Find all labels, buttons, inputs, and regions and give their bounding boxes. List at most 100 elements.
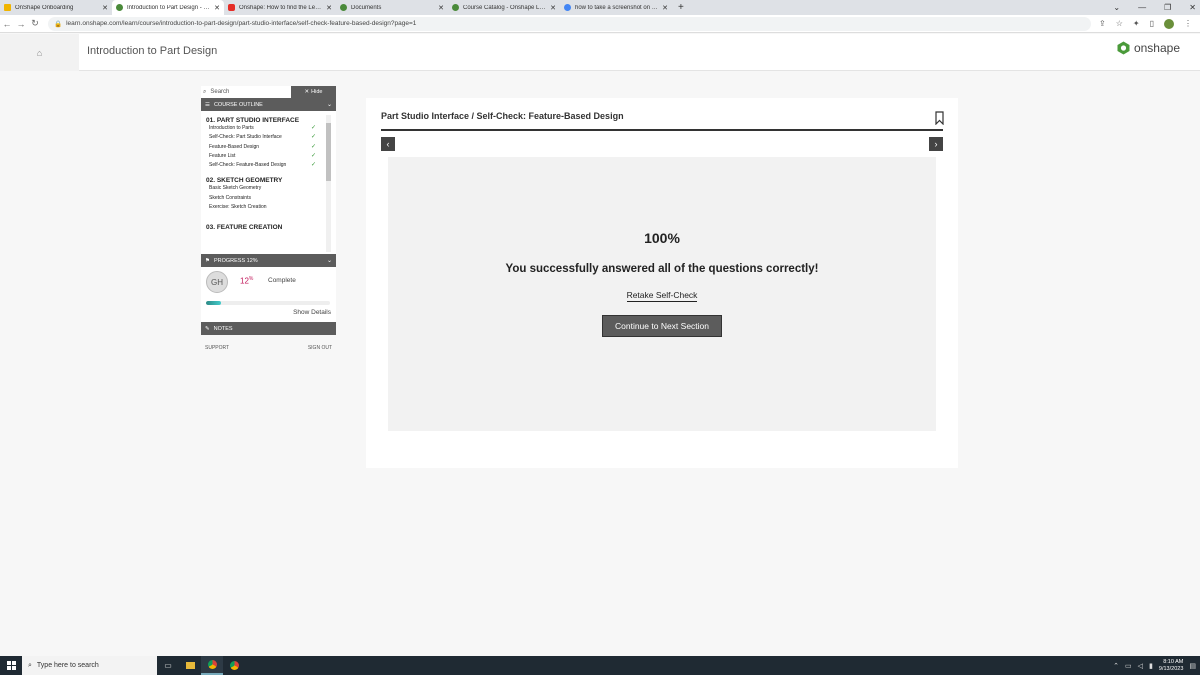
- outline-scrollbar[interactable]: [326, 115, 331, 252]
- lesson-item[interactable]: Introduction to Parts ✓: [206, 124, 316, 133]
- close-tab-icon[interactable]: ✕: [550, 4, 556, 12]
- progress-percent: 12%: [240, 276, 254, 286]
- tab-title: Introduction to Part Design - Sel...: [127, 4, 211, 11]
- close-window-icon[interactable]: ✕: [1189, 3, 1196, 12]
- sidepanel-icon[interactable]: ▯: [1150, 19, 1154, 28]
- progress-panel: GH 12% Complete Show Details: [201, 267, 336, 322]
- breadcrumb: Part Studio Interface / Self-Check: Feat…: [381, 111, 624, 121]
- tab-search-icon[interactable]: ⌄: [1113, 3, 1120, 12]
- lesson-item[interactable]: Self-Check: Part Studio Interface ✓: [206, 133, 316, 142]
- notifications-icon[interactable]: ▤: [1189, 662, 1196, 670]
- scrollbar-thumb[interactable]: [326, 123, 331, 181]
- share-icon[interactable]: ⇪: [1099, 19, 1106, 28]
- home-button[interactable]: ⌂: [0, 34, 79, 71]
- browser-tab[interactable]: OnShape Onboarding ✕: [0, 0, 112, 15]
- google-favicon-icon: [564, 4, 571, 11]
- close-tab-icon[interactable]: ✕: [214, 4, 220, 12]
- close-tab-icon[interactable]: ✕: [102, 4, 108, 12]
- network-icon[interactable]: ▭: [1125, 662, 1132, 670]
- profile-avatar-icon[interactable]: [1164, 18, 1174, 29]
- windows-taskbar: ⌕ Type here to search ▭ ⌃ ▭ ◁ ▮ 8:10 AM …: [0, 656, 1200, 675]
- hide-label: Hide: [311, 89, 323, 95]
- battery-icon[interactable]: ▮: [1149, 662, 1153, 670]
- bookmark-icon[interactable]: [935, 111, 944, 125]
- volume-icon[interactable]: ◁: [1138, 662, 1143, 670]
- hide-button[interactable]: ✕ Hide: [291, 86, 336, 98]
- windows-start-button[interactable]: [0, 656, 22, 675]
- taskbar-search-input[interactable]: ⌕ Type here to search: [22, 656, 157, 675]
- lesson-card: Part Studio Interface / Self-Check: Feat…: [366, 98, 958, 468]
- chevron-left-icon: ‹: [386, 139, 390, 149]
- close-tab-icon[interactable]: ✕: [438, 4, 444, 12]
- score-value: 100%: [644, 230, 680, 246]
- tray-chevron-up-icon[interactable]: ⌃: [1113, 662, 1119, 670]
- search-icon: ⌕: [28, 661, 32, 669]
- progress-bar: [206, 301, 330, 305]
- flag-icon: ⚑: [205, 257, 210, 264]
- next-page-button[interactable]: ›: [929, 137, 943, 151]
- browser-tab[interactable]: Onshape: How to find the Learni... ✕: [224, 0, 336, 15]
- extensions-icon[interactable]: ✦: [1133, 19, 1140, 28]
- continue-button[interactable]: Continue to Next Section: [602, 315, 722, 337]
- lesson-item[interactable]: Sketch Constraints: [206, 194, 316, 203]
- minimize-icon[interactable]: —: [1138, 3, 1146, 12]
- browser-tab[interactable]: Course Catalog - Onshape Learn... ✕: [448, 0, 560, 15]
- section-title[interactable]: 02. SKETCH GEOMETRY: [206, 177, 336, 184]
- lesson-item[interactable]: Basic Sketch Geometry: [206, 184, 316, 193]
- onshape-logo[interactable]: onshape: [1117, 41, 1180, 55]
- sidebar-footer: SUPPORT SIGN OUT: [201, 335, 336, 351]
- youtube-favicon-icon: [228, 4, 235, 11]
- restore-icon[interactable]: ❐: [1164, 3, 1171, 12]
- course-outline-header[interactable]: ☰ COURSE OUTLINE ⌄: [201, 98, 336, 111]
- tab-favicon-icon: [452, 4, 459, 11]
- tab-title: OnShape Onboarding: [15, 4, 74, 11]
- check-icon: ✓: [310, 134, 316, 141]
- lesson-item[interactable]: Feature-Based Design ✓: [206, 143, 316, 152]
- chrome-taskbar-icon-2[interactable]: [223, 656, 245, 675]
- course-sidebar: ⌕ Search ✕ Hide ☰ COURSE OUTLINE ⌄ 01. P…: [201, 86, 336, 351]
- section-title[interactable]: 03. FEATURE CREATION: [206, 224, 336, 231]
- check-icon: ✓: [310, 162, 316, 169]
- chevron-down-icon: ⌄: [326, 102, 332, 108]
- reload-icon[interactable]: ↻: [28, 18, 42, 29]
- list-icon: ☰: [205, 101, 210, 108]
- close-tab-icon[interactable]: ✕: [662, 4, 668, 12]
- show-details-link[interactable]: Show Details: [293, 309, 331, 316]
- chrome-taskbar-icon[interactable]: [201, 656, 223, 675]
- tab-favicon-icon: [116, 4, 123, 11]
- lesson-item[interactable]: Self-Check: Feature-Based Design ✓: [206, 161, 316, 170]
- url-field[interactable]: 🔒 learn.onshape.com/learn/course/introdu…: [48, 16, 1092, 31]
- search-placeholder: Search: [210, 89, 230, 95]
- search-input[interactable]: ⌕ Search: [201, 86, 291, 98]
- close-tab-icon[interactable]: ✕: [326, 4, 332, 12]
- browser-tab-active[interactable]: Introduction to Part Design - Sel... ✕: [112, 0, 224, 15]
- sign-out-link[interactable]: SIGN OUT: [308, 345, 332, 351]
- address-bar-row: ← → ↻ 🔒 learn.onshape.com/learn/course/i…: [0, 15, 1200, 33]
- clock-date: 9/13/2023: [1158, 665, 1184, 672]
- support-link[interactable]: SUPPORT: [205, 345, 229, 351]
- notes-header[interactable]: ✎ NOTES: [201, 322, 336, 335]
- complete-label: Complete: [268, 277, 296, 284]
- section-title[interactable]: 01. PART STUDIO INTERFACE: [206, 117, 336, 124]
- tab-favicon-icon: [4, 4, 11, 11]
- hide-arrow-icon: ✕: [304, 89, 310, 95]
- retake-link[interactable]: Retake Self-Check: [388, 290, 936, 302]
- lesson-item[interactable]: Exercise: Sketch Creation: [206, 203, 316, 212]
- file-explorer-icon[interactable]: [179, 656, 201, 675]
- lock-icon: 🔒: [54, 20, 63, 28]
- browser-tab[interactable]: how to take a screenshot on win... ✕: [560, 0, 672, 15]
- star-icon[interactable]: ☆: [1116, 19, 1123, 28]
- clock-time: 8:10 AM: [1163, 658, 1184, 665]
- lesson-item[interactable]: Feature List ✓: [206, 152, 316, 161]
- previous-page-button[interactable]: ‹: [381, 137, 395, 151]
- edit-note-icon: ✎: [205, 325, 210, 332]
- progress-header[interactable]: ⚑ PROGRESS 12% ⌄: [201, 254, 336, 267]
- clock[interactable]: 8:10 AM 9/13/2023: [1159, 659, 1183, 673]
- browser-tab[interactable]: Documents ✕: [336, 0, 448, 15]
- task-view-icon[interactable]: ▭: [157, 656, 179, 675]
- search-icon: ⌕: [203, 88, 207, 95]
- new-tab-button[interactable]: +: [672, 0, 690, 15]
- back-icon[interactable]: ←: [0, 19, 14, 29]
- forward-icon[interactable]: →: [14, 19, 28, 29]
- menu-kebab-icon[interactable]: ⋮: [1184, 19, 1192, 28]
